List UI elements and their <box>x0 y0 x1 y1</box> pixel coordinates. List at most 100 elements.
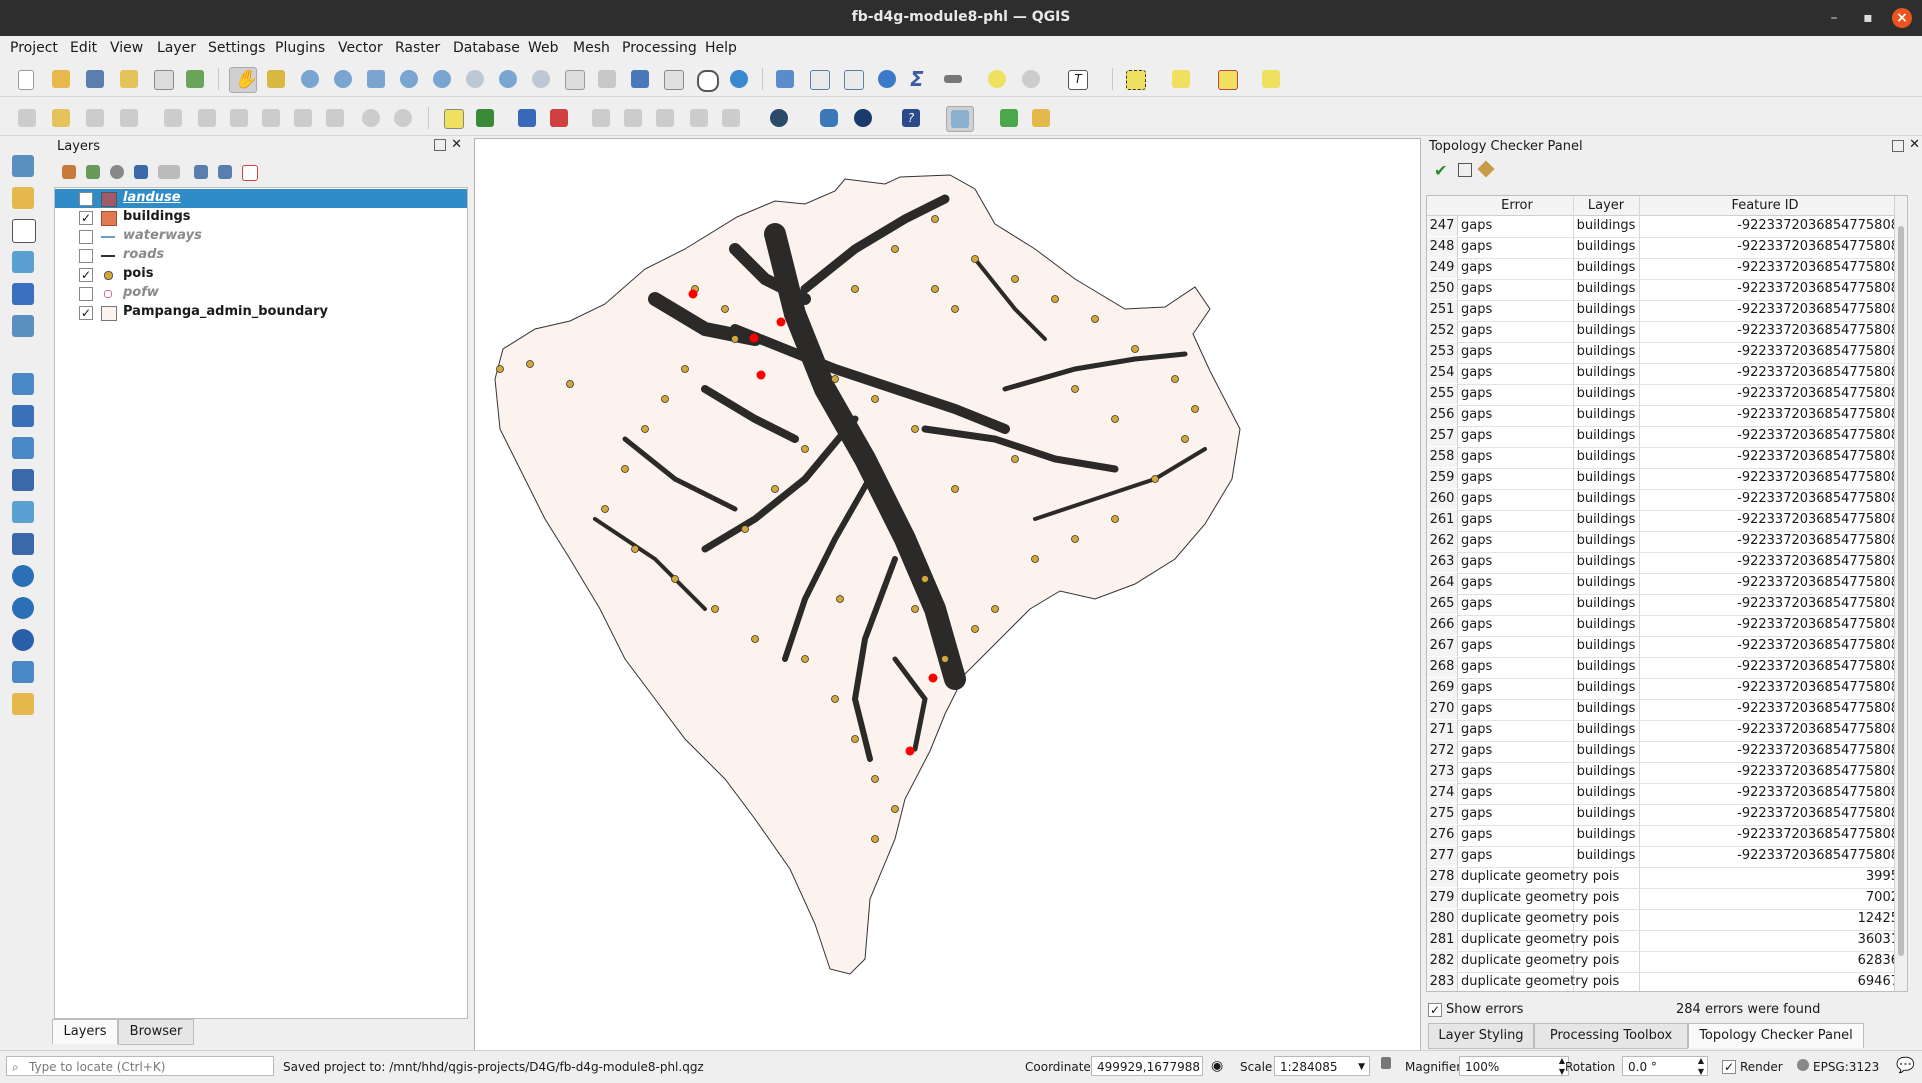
add-postgis-layer-icon[interactable] <box>10 531 38 557</box>
pin-labels-icon[interactable] <box>514 106 540 130</box>
tab-topology-checker-panel[interactable]: Topology Checker Panel <box>1688 1023 1864 1048</box>
select-by-expression-icon[interactable] <box>1168 67 1194 91</box>
layer-item-pois[interactable]: ✓ pois <box>55 265 467 284</box>
zoom-last-icon[interactable] <box>495 67 521 91</box>
add-vector-layer-icon[interactable] <box>10 185 38 211</box>
show-errors-checkbox[interactable]: ✓ <box>1428 1003 1442 1017</box>
remove-layer-icon[interactable] <box>242 165 258 181</box>
undo-icon[interactable] <box>358 106 384 130</box>
crs-label[interactable]: EPSG:3123 <box>1813 1060 1879 1074</box>
save-project-icon[interactable] <box>82 67 108 91</box>
menu-database[interactable]: Database <box>453 40 520 56</box>
add-wcs-layer-icon[interactable] <box>10 627 38 653</box>
chevron-down-icon[interactable]: ▼ <box>1358 1057 1365 1077</box>
layer-visibility-checkbox[interactable]: ✓ <box>79 306 93 320</box>
pan-map-icon[interactable]: ✋ <box>229 67 257 93</box>
map-tips-icon[interactable] <box>984 67 1010 91</box>
zoom-next-icon[interactable] <box>528 67 554 91</box>
toggle-editing-icon[interactable] <box>48 106 74 130</box>
menu-raster[interactable]: Raster <box>395 40 440 56</box>
table-row[interactable]: 254 gaps buildings -9223372036854775808 <box>1427 363 1907 385</box>
diagram-icon[interactable] <box>472 106 498 130</box>
coordinate-field[interactable]: 499929,1677988 <box>1091 1056 1203 1076</box>
layer-item-waterways[interactable]: waterways <box>55 227 467 246</box>
table-row[interactable]: 266 gaps buildings -9223372036854775808 <box>1427 615 1907 637</box>
style-manager-icon[interactable] <box>182 67 208 91</box>
tab-browser[interactable]: Browser <box>118 1019 194 1045</box>
current-edits-icon[interactable] <box>14 106 40 130</box>
tab-processing-toolbox[interactable]: Processing Toolbox <box>1534 1023 1688 1049</box>
help-icon[interactable]: ? <box>898 106 924 130</box>
table-row[interactable]: 274 gaps buildings -9223372036854775808 <box>1427 783 1907 805</box>
table-row[interactable]: 252 gaps buildings -9223372036854775808 <box>1427 321 1907 343</box>
table-row[interactable]: 277 gaps buildings -9223372036854775808 <box>1427 846 1907 868</box>
layer-visibility-checkbox[interactable]: ✓ <box>79 268 93 282</box>
statistical-summary-icon[interactable]: Σ <box>906 67 932 91</box>
table-row[interactable]: 283 duplicate geometry pois 69467 <box>1427 972 1907 991</box>
menu-vector[interactable]: Vector <box>338 40 383 56</box>
new-project-icon[interactable] <box>14 67 40 91</box>
topology-checker-icon[interactable] <box>946 106 974 132</box>
collapse-all-icon[interactable] <box>218 165 232 179</box>
menu-mesh[interactable]: Mesh <box>573 40 610 56</box>
field-calculator-icon[interactable] <box>840 67 866 91</box>
measure-icon[interactable] <box>940 67 966 91</box>
table-row[interactable]: 258 gaps buildings -9223372036854775808 <box>1427 447 1907 469</box>
pan-to-selection-icon[interactable] <box>263 67 289 91</box>
rotation-field[interactable]: 0.0 ° ▲ ▼ <box>1622 1056 1708 1076</box>
rotate-label-icon[interactable] <box>620 106 646 130</box>
table-row[interactable]: 273 gaps buildings -9223372036854775808 <box>1427 762 1907 784</box>
table-row[interactable]: 269 gaps buildings -9223372036854775808 <box>1427 678 1907 700</box>
menu-plugins[interactable]: Plugins <box>275 40 325 56</box>
new-map-view-icon[interactable] <box>561 67 587 91</box>
menu-web[interactable]: Web <box>528 40 559 56</box>
column-header-feature-id[interactable]: Feature ID <box>1641 198 1889 213</box>
spinbox-arrows-icon[interactable]: ▲ ▼ <box>1698 1055 1704 1077</box>
temporal-controller-icon[interactable] <box>693 67 719 92</box>
close-button[interactable]: × <box>1892 8 1912 28</box>
table-row[interactable]: 250 gaps buildings -9223372036854775808 <box>1427 279 1907 301</box>
menu-layer[interactable]: Layer <box>157 40 196 56</box>
zoom-in-icon[interactable] <box>297 67 323 91</box>
attribute-table-icon[interactable] <box>806 67 832 91</box>
messages-icon[interactable]: 💬 <box>1896 1056 1915 1074</box>
globe-icon[interactable] <box>850 106 876 130</box>
copy-features-icon[interactable] <box>290 106 316 130</box>
maximize-button[interactable]: ▪ <box>1858 8 1878 28</box>
layer-visibility-checkbox[interactable] <box>79 249 93 263</box>
new-shapefile-layer-icon[interactable] <box>10 403 38 429</box>
label-toolbar-icon[interactable] <box>440 106 466 130</box>
column-header-error[interactable]: Error <box>1461 198 1573 213</box>
save-as-icon[interactable] <box>116 67 142 91</box>
show-hide-labels-icon[interactable] <box>546 106 572 130</box>
float-panel-icon[interactable] <box>1892 140 1904 152</box>
table-row[interactable]: 263 gaps buildings -9223372036854775808 <box>1427 552 1907 574</box>
menu-settings[interactable]: Settings <box>208 40 265 56</box>
close-panel-icon[interactable]: ✕ <box>451 137 462 152</box>
save-edits-icon[interactable] <box>82 106 108 130</box>
table-row[interactable]: 268 gaps buildings -9223372036854775808 <box>1427 657 1907 679</box>
tab-layer-styling[interactable]: Layer Styling <box>1428 1023 1534 1049</box>
configure-rules-icon[interactable] <box>1477 160 1495 178</box>
table-row[interactable]: 248 gaps buildings -9223372036854775808 <box>1427 237 1907 259</box>
text-annotation-icon[interactable]: T <box>1064 67 1090 91</box>
lock-icon[interactable] <box>1381 1057 1391 1069</box>
add-delimited-text-icon[interactable] <box>10 217 38 243</box>
table-row[interactable]: 265 gaps buildings -9223372036854775808 <box>1427 594 1907 616</box>
layer-visibility-checkbox[interactable] <box>79 230 93 244</box>
filter-legend-icon[interactable] <box>134 165 148 179</box>
select-features-icon[interactable] <box>1122 67 1148 91</box>
zoom-native-icon[interactable] <box>462 67 488 91</box>
paste-features-icon[interactable] <box>322 106 348 130</box>
table-row[interactable]: 270 gaps buildings -9223372036854775808 <box>1427 699 1907 721</box>
cut-features-icon[interactable] <box>258 106 284 130</box>
layer-item-roads[interactable]: roads <box>55 246 467 265</box>
table-row[interactable]: 272 gaps buildings -9223372036854775808 <box>1427 741 1907 763</box>
manage-themes-icon[interactable] <box>110 165 124 179</box>
table-row[interactable]: 257 gaps buildings -9223372036854775808 <box>1427 426 1907 448</box>
add-wfs-layer-icon[interactable] <box>10 595 38 621</box>
close-panel-icon[interactable]: ✕ <box>1909 137 1920 152</box>
minimize-button[interactable]: – <box>1824 8 1844 28</box>
table-row[interactable]: 278 duplicate geometry pois 3995 <box>1427 867 1907 889</box>
crs-globe-icon[interactable] <box>1797 1059 1809 1071</box>
